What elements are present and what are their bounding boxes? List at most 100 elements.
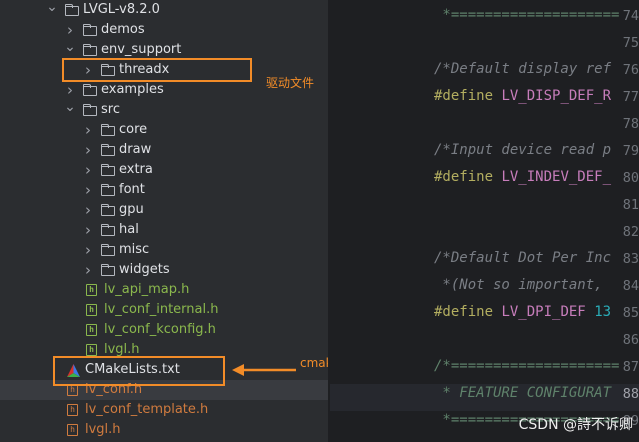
chevron-down-icon[interactable]: ⌄ [64,40,76,60]
define-keyword: #define [434,88,494,104]
define-keyword: #define [434,304,494,320]
tree-item-label: LVGL-v8.2.0 [83,2,160,17]
tree-item-lv-conf-kconfig-h[interactable]: h lv_conf_kconfig.h [0,320,330,340]
code-line[interactable]: /*Default display ref [434,61,611,77]
folder-icon [101,224,115,236]
header-file-icon: h [86,284,100,296]
tree-item-label: hal [119,222,139,237]
tree-item-label: examples [101,82,164,97]
code-line[interactable]: #define LV_DPI_DEF 13 [434,304,611,320]
tree-item-draw[interactable]: › draw [0,140,330,160]
folder-icon [101,124,115,136]
code-line[interactable]: *==================== [434,7,619,23]
tree-item-label: extra [119,162,153,177]
tree-item-gpu[interactable]: › gpu [0,200,330,220]
macro-name: LV_DISP_DEF_R [501,88,612,104]
code-line[interactable]: #define LV_INDEV_DEF_ [434,169,611,185]
driver-files-annotation: 驱动文件 [266,76,315,90]
code-line[interactable]: /*==================== [434,358,619,374]
code-line[interactable]: * FEATURE CONFIGURAT [434,385,611,401]
folder-icon [65,4,79,16]
tree-item-label: misc [119,242,150,257]
code-line[interactable]: *(Not so important, [434,277,611,293]
tree-item-hal[interactable]: › hal [0,220,330,240]
chevron-right-icon[interactable]: › [82,220,94,240]
tree-item-lv-conf-internal-h[interactable]: h lv_conf_internal.h [0,300,330,320]
tree-item-extra[interactable]: › extra [0,160,330,180]
comment-text: /*Input device read p [434,142,612,158]
macro-value: 13 [594,304,612,320]
tree-item-label: lv_conf_kconfig.h [104,322,216,337]
cmakelists-highlight-box [53,356,225,386]
tree-item-label: demos [101,22,145,37]
annotation-arrow [232,364,296,376]
threadx-highlight-box [62,58,252,82]
code-line[interactable]: #define LV_DISP_DEF_R [434,88,611,104]
folder-icon [101,204,115,216]
tree-item-label: lv_conf_internal.h [104,302,219,317]
header-file-icon: h [67,404,81,416]
tree-item-widgets[interactable]: › widgets [0,260,330,280]
comment-text: /*Default display ref [434,61,612,77]
tree-item-lv-conf-template-h[interactable]: h lv_conf_template.h [0,400,330,420]
chevron-right-icon[interactable]: › [64,20,76,40]
tree-item-font[interactable]: › font [0,180,330,200]
chevron-right-icon[interactable]: › [82,140,94,160]
tree-item-src[interactable]: ⌄ src [0,100,330,120]
folder-icon [101,164,115,176]
line-number: 86 [622,332,639,348]
tree-item-label: draw [119,142,152,157]
chevron-down-icon[interactable]: ⌄ [64,100,76,120]
tree-item-lvgl-v8-2-0[interactable]: ⌄ LVGL-v8.2.0 [0,0,330,20]
code-editor[interactable]: 74 *==================== 75 76/*Default di… [330,0,639,442]
tree-item-label: env_support [101,42,182,57]
folder-icon [101,144,115,156]
chevron-down-icon[interactable]: ⌄ [46,0,58,20]
chevron-right-icon[interactable]: › [64,80,76,100]
tree-item-label: lvgl.h [85,422,121,437]
folder-icon [83,104,97,116]
code-line[interactable]: /*Default Dot Per Inc [434,250,611,266]
comment-text: /*==================== [434,358,620,374]
tree-item-core[interactable]: › core [0,120,330,140]
line-number: 82 [622,224,639,240]
chevron-right-icon[interactable]: › [82,200,94,220]
chevron-right-icon[interactable]: › [82,240,94,260]
comment-text: *==================== [434,7,620,23]
chevron-right-icon[interactable]: › [82,120,94,140]
folder-icon [83,24,97,36]
tree-item-misc[interactable]: › misc [0,240,330,260]
macro-name: LV_INDEV_DEF_ [501,169,612,185]
folder-icon [101,184,115,196]
header-file-icon: h [86,344,100,356]
folder-icon [83,44,97,56]
tree-item-label: lv_api_map.h [104,282,190,297]
line-number: 78 [622,116,639,132]
comment-text: *(Not so important, [434,277,612,293]
header-file-icon: h [67,424,81,436]
line-number: 75 [622,35,639,51]
tree-item-label: lv_conf_template.h [85,402,209,417]
macro-name: LV_DPI_DEF [501,304,586,320]
comment-text: * FEATURE CONFIGURAT [434,385,612,401]
line-number-gutter [330,0,392,442]
comment-text: /*Default Dot Per Inc [434,250,612,266]
folder-icon [101,264,115,276]
header-file-icon: h [86,324,100,336]
chevron-right-icon[interactable]: › [82,260,94,280]
define-keyword: #define [434,169,494,185]
tree-item-demos[interactable]: › demos [0,20,330,40]
line-number: 81 [622,197,639,213]
code-line[interactable]: /*Input device read p [434,142,611,158]
tree-item-env-support[interactable]: ⌄ env_support [0,40,330,60]
folder-icon [101,244,115,256]
tree-item-lv-api-map-h[interactable]: h lv_api_map.h [0,280,330,300]
tree-item-label: src [101,102,120,117]
tree-item-label: core [119,122,148,137]
chevron-right-icon[interactable]: › [82,160,94,180]
csdn-watermark: CSDN @詩不诉卿 [518,417,633,433]
folder-icon [83,84,97,96]
tree-item-label: widgets [119,262,170,277]
tree-item-lvgl-h[interactable]: h lvgl.h [0,420,330,440]
chevron-right-icon[interactable]: › [82,180,94,200]
